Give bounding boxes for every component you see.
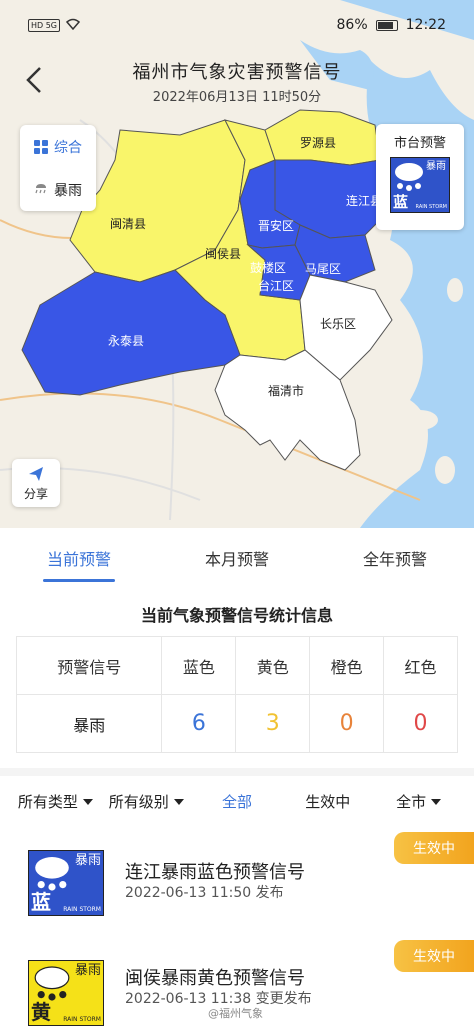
- caret-down-icon: [82, 799, 93, 805]
- send-icon: [29, 466, 43, 481]
- status-bar: HD 5G 86% 12:22: [0, 0, 474, 50]
- warning-time: 2022-06-13 11:50: [125, 885, 252, 901]
- rainstorm-blue-signal-icon: 暴雨 蓝 RAIN STORM: [390, 157, 450, 213]
- caret-down-icon: [431, 799, 442, 805]
- wifi-icon: [65, 18, 81, 33]
- stats-blue-count[interactable]: 6: [161, 694, 237, 753]
- layer-item-rainstorm[interactable]: 暴雨: [20, 168, 96, 211]
- filter-label: 所有级别: [108, 792, 169, 811]
- list-item[interactable]: 暴雨 蓝 RAIN STORM 连江暴雨蓝色预警信号 2022-06-13 11…: [0, 826, 474, 936]
- stats-orange-count[interactable]: 0: [309, 694, 385, 753]
- network-indicator: HD 5G: [28, 18, 61, 32]
- region-label-minhou: 闽侯县: [205, 247, 241, 261]
- warning-title: 连江暴雨蓝色预警信号: [125, 862, 305, 883]
- stats-table: 预警信号 蓝色 黄色 橙色 红色 暴雨 6 3 0 0: [15, 636, 458, 753]
- warning-action: 变更发布: [255, 991, 312, 1007]
- share-button[interactable]: 分享: [12, 459, 60, 507]
- region-label-luoyuan: 罗源县: [300, 136, 336, 150]
- filter-label: 全市: [396, 792, 427, 811]
- share-label: 分享: [23, 486, 48, 501]
- city-warning-label: 市台预警: [393, 136, 446, 151]
- region-label-taijiang: 台江区: [258, 278, 294, 293]
- warning-action: 发布: [255, 885, 284, 901]
- signal-level-text: 黄: [31, 1000, 51, 1024]
- stats-row: 暴雨 6 3 0 0: [15, 694, 458, 753]
- stats-type-cell: 暴雨: [15, 694, 163, 753]
- clock: 12:22: [405, 17, 446, 33]
- map-title-block: 福州市气象灾害预警信号 2022年06月13日 11时50分: [0, 58, 474, 105]
- layer-item-combined[interactable]: 综合: [20, 125, 96, 168]
- filter-region[interactable]: 全市: [373, 791, 464, 812]
- stats-red-count[interactable]: 0: [383, 694, 458, 753]
- caret-down-icon: [173, 799, 184, 805]
- stats-header-row: 预警信号 蓝色 黄色 橙色 红色: [15, 636, 458, 695]
- tab-bar: 当前预警 本月预警 全年预警: [0, 528, 474, 588]
- filter-all[interactable]: 全部: [192, 791, 283, 812]
- status-left: HD 5G: [28, 18, 81, 33]
- rainstorm-blue-signal-icon: 暴雨 蓝 RAIN STORM: [28, 850, 104, 916]
- region-label-changle: 长乐区: [320, 317, 356, 331]
- layer-panel: 综合 暴雨: [20, 125, 96, 211]
- stats-yellow-count[interactable]: 3: [235, 694, 311, 753]
- grid-icon: [34, 139, 48, 154]
- stats-header: 红色: [383, 636, 458, 695]
- page-datetime: 2022年06月13日 11时50分: [152, 90, 322, 105]
- warning-meta: 2022-06-13 11:50 发布: [125, 882, 284, 902]
- warning-title: 闽侯暴雨黄色预警信号: [125, 968, 305, 989]
- stats-card: 当前气象预警信号统计信息 预警信号 蓝色 黄色 橙色 红色 暴雨 6 3 0 0: [0, 588, 474, 768]
- tab-year[interactable]: 全年预警: [316, 528, 474, 588]
- rain-icon: [34, 182, 48, 198]
- city-warning-card[interactable]: 市台预警 暴雨 蓝 RAIN STORM: [376, 124, 464, 230]
- region-label-minqing: 闽清县: [110, 217, 146, 231]
- stats-header: 预警信号: [15, 636, 163, 695]
- layer-label: 暴雨: [54, 182, 82, 199]
- region-label-yongtai: 永泰县: [108, 334, 144, 348]
- tab-current[interactable]: 当前预警: [0, 528, 158, 588]
- signal-en-text: RAIN STORM: [63, 906, 101, 913]
- signal-en-text: RAIN STORM: [415, 204, 447, 210]
- filter-type[interactable]: 所有类型: [10, 791, 101, 812]
- status-right: 86% 12:22: [337, 17, 446, 33]
- battery-percent: 86%: [336, 17, 368, 33]
- page-title: 福州市气象灾害预警信号: [132, 62, 342, 83]
- signal-level-text: 蓝: [31, 890, 51, 914]
- tab-month[interactable]: 本月预警: [158, 528, 316, 588]
- signal-type-text: 暴雨: [426, 161, 446, 172]
- status-badge: 生效中: [394, 940, 474, 972]
- region-label-jinan: 晋安区: [258, 218, 294, 233]
- signal-level-text: 蓝: [393, 193, 409, 211]
- filter-bar: 所有类型 所有级别 全部 生效中 全市: [0, 776, 474, 826]
- battery-icon: [375, 19, 398, 31]
- filter-label: 所有类型: [17, 792, 78, 811]
- rainstorm-yellow-signal-icon: 暴雨 黄 RAIN STORM: [28, 960, 104, 1026]
- region-label-mawei: 马尾区: [305, 262, 341, 276]
- filter-active[interactable]: 生效中: [282, 791, 373, 812]
- region-label-fuqing: 福清市: [268, 383, 304, 398]
- stats-header: 蓝色: [161, 636, 237, 695]
- stats-header: 黄色: [235, 636, 311, 695]
- signal-type-text: 暴雨: [75, 853, 102, 868]
- region-label-gulou: 鼓楼区: [250, 260, 286, 275]
- watermark: @福州气象: [208, 1007, 263, 1020]
- stats-title: 当前气象预警信号统计信息: [140, 606, 333, 625]
- warning-list: 暴雨 蓝 RAIN STORM 连江暴雨蓝色预警信号 2022-06-13 11…: [0, 826, 474, 1027]
- filter-level[interactable]: 所有级别: [101, 791, 192, 812]
- stats-header: 橙色: [309, 636, 385, 695]
- layer-label: 综合: [54, 139, 82, 156]
- status-badge: 生效中: [394, 832, 474, 864]
- signal-en-text: RAIN STORM: [63, 1016, 101, 1023]
- signal-type-text: 暴雨: [75, 963, 102, 978]
